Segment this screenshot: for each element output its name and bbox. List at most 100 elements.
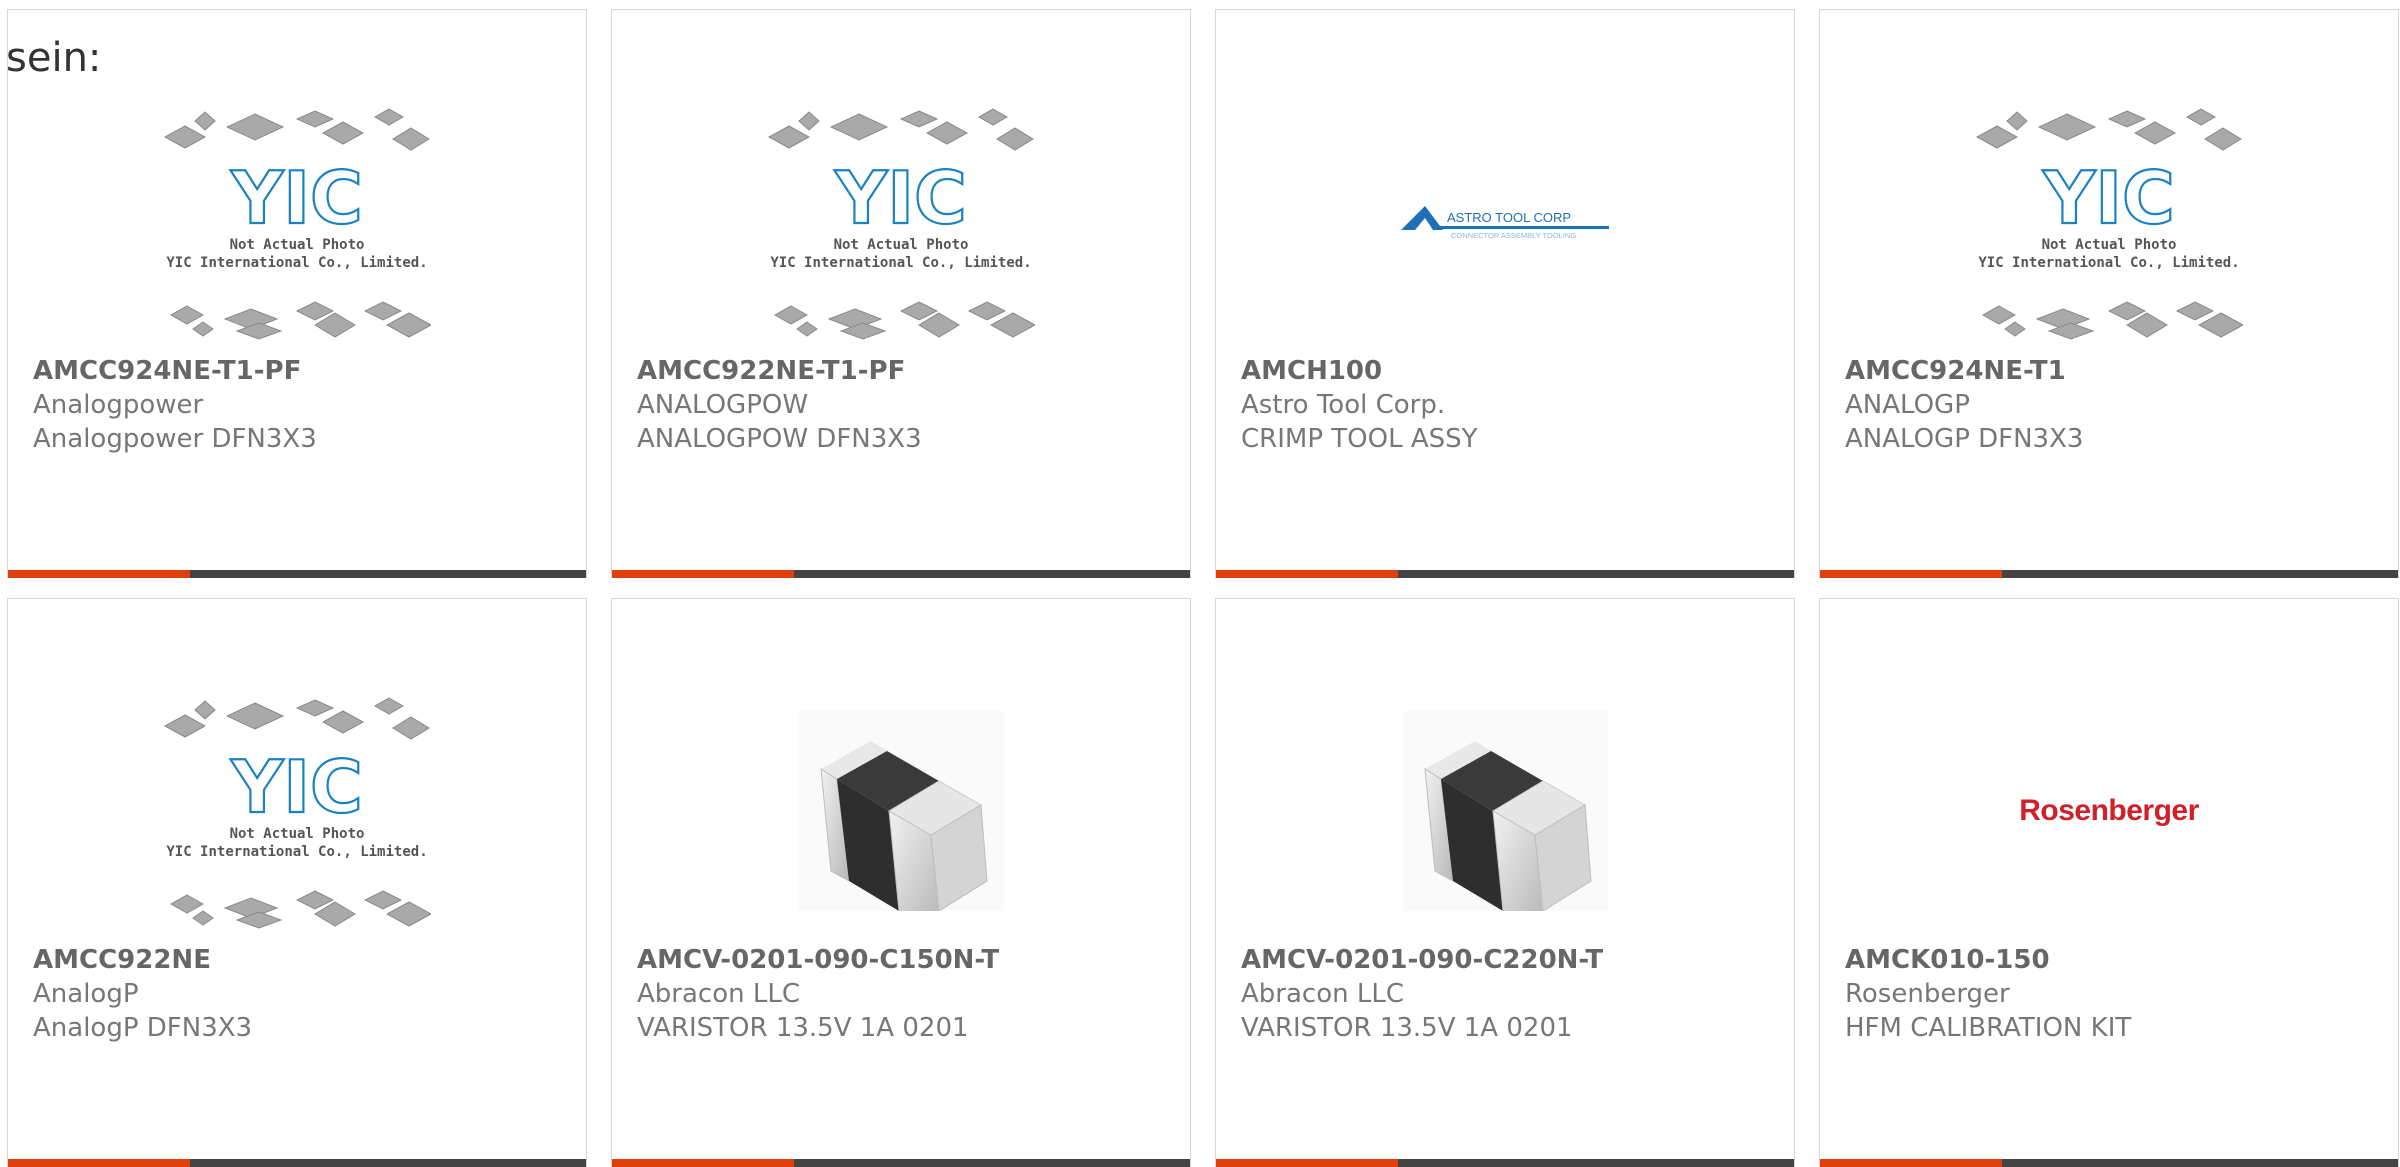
product-image[interactable]: Rosenberger — [1820, 679, 2398, 943]
product-card-amcv-0201-090-c220n-t[interactable]: AMCV-0201-090-C220N-T Abracon LLC VARIST… — [1215, 598, 1795, 1167]
product-description: HFM CALIBRATION KIT — [1845, 1013, 2132, 1043]
card-bottom-bar — [612, 570, 1190, 578]
card-bottom-bar — [8, 570, 586, 578]
yic-logo: YIC — [2042, 156, 2175, 240]
product-image[interactable]: YIC Not Actual Photo YIC International Co.… — [612, 90, 1190, 354]
product-card-amcc922ne[interactable]: YIC Not Actual Photo YIC International Co.… — [7, 598, 587, 1167]
product-info: AMCH100 Astro Tool Corp. CRIMP TOOL ASSY — [1241, 354, 1784, 456]
product-grid: YIC Not Actual Photo YIC International Co.… — [7, 9, 2399, 1167]
product-part-number[interactable]: AMCH100 — [1241, 354, 1784, 388]
product-manufacturer: Astro Tool Corp. — [1241, 390, 1446, 420]
card-bottom-bar — [612, 1159, 1190, 1167]
card-bottom-bar — [1820, 570, 2398, 578]
product-card-amcc924ne-t1[interactable]: YIC Not Actual Photo YIC International Co.… — [1819, 9, 2399, 578]
product-description: ANALOGP DFN3X3 — [1845, 424, 2084, 454]
product-manufacturer: AnalogP — [33, 979, 139, 1009]
product-manufacturer: Analogpower — [33, 390, 204, 420]
card-bar-rest — [190, 570, 586, 578]
product-manufacturer: Abracon LLC — [637, 979, 800, 1009]
chip-packages-top-icon — [1975, 108, 2242, 151]
product-info: AMCV-0201-090-C220N-T Abracon LLC VARIST… — [1241, 943, 1784, 1045]
product-card-amch100[interactable]: ASTRO TOOL CORP CONNECTOR ASSEMBLY TOOLIN… — [1215, 9, 1795, 578]
yic-logo: YIC — [230, 156, 363, 240]
card-bottom-bar — [1216, 1159, 1794, 1167]
chip-packages-top-icon — [163, 697, 430, 740]
chip-packages-top-icon — [767, 108, 1034, 151]
product-part-number[interactable]: AMCC922NE — [33, 943, 576, 977]
product-info: AMCC922NE AnalogP AnalogP DFN3X3 — [33, 943, 576, 1045]
placeholder-icon: YICNot Actual Photo YIC International Co.… — [767, 108, 1035, 340]
astro-tool-logo: ASTRO TOOL CORP CONNECTOR ASSEMBLY TOOLIN… — [1401, 206, 1609, 240]
chip-component-image — [798, 711, 1004, 911]
placeholder-line1: Not Actual Photo — [230, 237, 365, 253]
product-info: AMCC922NE-T1-PF ANALOGPOW ANALOGPOW DFN3… — [637, 354, 1180, 456]
product-info: AMCC924NE-T1-PF Analogpower Analogpower … — [33, 354, 576, 456]
product-part-number[interactable]: AMCV-0201-090-C220N-T — [1241, 943, 1784, 977]
product-image[interactable]: ASTRO TOOL CORP CONNECTOR ASSEMBLY TOOLIN… — [1216, 90, 1794, 354]
product-description: Analogpower DFN3X3 — [33, 424, 317, 454]
heading-fragment: sein: — [6, 35, 102, 81]
placeholder-line2: YIC International Co., Limited. — [770, 255, 1031, 271]
product-part-number[interactable]: AMCC924NE-T1-PF — [33, 354, 576, 388]
product-part-number[interactable]: AMCC924NE-T1 — [1845, 354, 2388, 388]
product-description: VARISTOR 13.5V 1A 0201 — [1241, 1013, 1573, 1043]
yic-logo: YIC — [230, 745, 363, 829]
product-part-number[interactable]: AMCK010-150 — [1845, 943, 2388, 977]
product-description: VARISTOR 13.5V 1A 0201 — [637, 1013, 969, 1043]
card-bar-rest — [1398, 570, 1794, 578]
card-bar-accent — [612, 1159, 794, 1167]
product-description: AnalogP DFN3X3 — [33, 1013, 253, 1043]
astro-logo-tagline: CONNECTOR ASSEMBLY TOOLING — [1451, 231, 1576, 240]
card-bottom-bar — [1820, 1159, 2398, 1167]
placeholder-line2: YIC International Co., Limited. — [166, 255, 427, 271]
card-bar-rest — [794, 570, 1190, 578]
chip-packages-top-icon — [163, 108, 430, 151]
card-bar-rest — [794, 1159, 1190, 1167]
chip-packages-bottom-icon — [169, 301, 431, 340]
placeholder-line2: YIC International Co., Limited. — [1978, 255, 2239, 271]
card-bottom-bar — [8, 1159, 586, 1167]
rosenberger-logo: Rosenberger — [2019, 794, 2199, 827]
card-bar-accent — [1820, 1159, 2002, 1167]
product-info: AMCK010-150 Rosenberger HFM CALIBRATION … — [1845, 943, 2388, 1045]
product-manufacturer: Rosenberger — [1845, 979, 2010, 1009]
card-bar-rest — [2002, 1159, 2398, 1167]
placeholder-line1: Not Actual Photo — [834, 237, 969, 253]
product-image[interactable]: YIC Not Actual Photo YIC International Co.… — [1820, 90, 2398, 354]
product-manufacturer: Abracon LLC — [1241, 979, 1404, 1009]
product-grid-page: sein: YIC Not Actual Photo YIC Internation… — [0, 0, 2400, 1167]
product-manufacturer: ANALOGPOW — [637, 390, 809, 420]
card-bar-rest — [1398, 1159, 1794, 1167]
product-description: ANALOGPOW DFN3X3 — [637, 424, 922, 454]
product-card-amck010-150[interactable]: Rosenberger AMCK010-150 Rosenberger HFM … — [1819, 598, 2399, 1167]
yic-logo: YIC — [834, 156, 967, 240]
chip-packages-bottom-icon — [773, 301, 1035, 340]
product-card-amcv-0201-090-c150n-t[interactable]: AMCV-0201-090-C150N-T Abracon LLC VARIST… — [611, 598, 1191, 1167]
placeholder-icon: YICNot Actual Photo YIC International Co.… — [163, 697, 431, 929]
card-bar-accent — [8, 1159, 190, 1167]
product-info: AMCC924NE-T1 ANALOGP ANALOGP DFN3X3 — [1845, 354, 2388, 456]
astro-logo-rule — [1439, 226, 1609, 229]
card-bar-accent — [8, 570, 190, 578]
card-bar-accent — [612, 570, 794, 578]
placeholder-line1: Not Actual Photo — [230, 826, 365, 842]
astro-triangle-icon — [1401, 206, 1443, 230]
placeholder-icon: YICNot Actual Photo YIC International Co.… — [1975, 108, 2243, 340]
chip-packages-bottom-icon — [169, 890, 431, 929]
product-description: CRIMP TOOL ASSY — [1241, 424, 1478, 454]
product-image[interactable]: YIC Not Actual Photo YIC International Co.… — [8, 679, 586, 943]
product-image[interactable] — [612, 679, 1190, 943]
chip-packages-bottom-icon — [1981, 301, 2243, 340]
product-part-number[interactable]: AMCC922NE-T1-PF — [637, 354, 1180, 388]
card-bar-accent — [1216, 1159, 1398, 1167]
placeholder-line2: YIC International Co., Limited. — [166, 844, 427, 860]
chip-component-image — [1402, 711, 1608, 911]
product-part-number[interactable]: AMCV-0201-090-C150N-T — [637, 943, 1180, 977]
product-card-amcc922ne-t1-pf[interactable]: YIC Not Actual Photo YIC International Co.… — [611, 9, 1191, 578]
product-manufacturer: ANALOGP — [1845, 390, 1970, 420]
product-card-amcc924ne-t1-pf[interactable]: YIC Not Actual Photo YIC International Co.… — [7, 9, 587, 578]
product-image[interactable] — [1216, 679, 1794, 943]
card-bar-rest — [190, 1159, 586, 1167]
card-bar-rest — [2002, 570, 2398, 578]
product-image[interactable]: YIC Not Actual Photo YIC International Co.… — [8, 90, 586, 354]
